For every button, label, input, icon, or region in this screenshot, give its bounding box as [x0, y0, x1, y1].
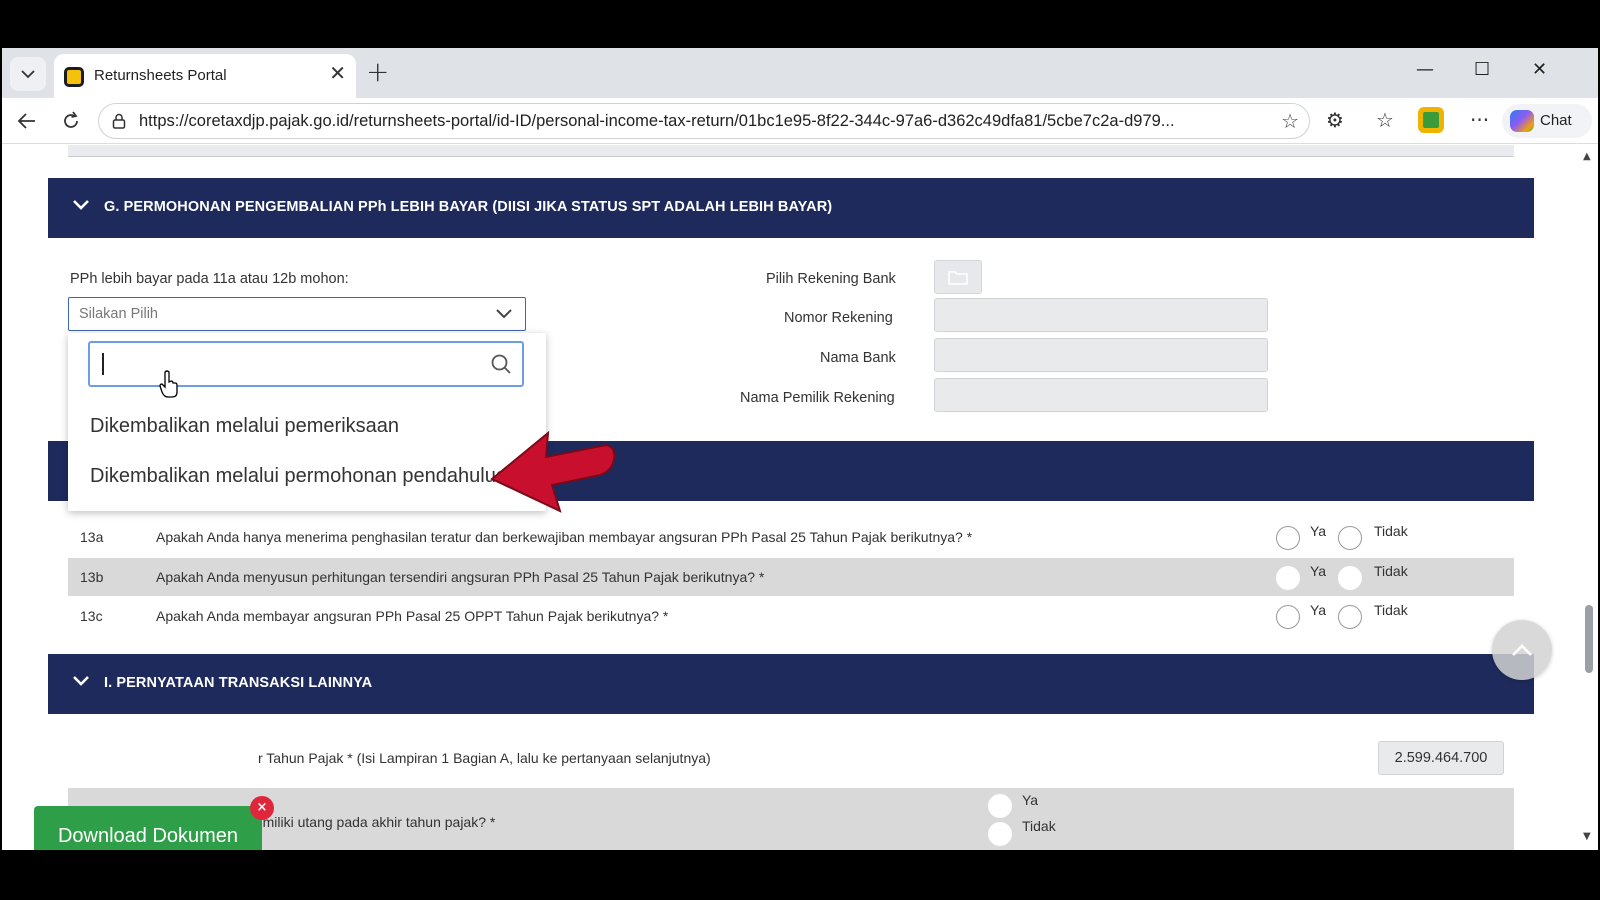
copilot-chat-button[interactable]: Chat: [1502, 104, 1592, 138]
select-placeholder: Silakan Pilih: [79, 306, 158, 322]
radio-yes[interactable]: [1276, 605, 1300, 629]
tab-strip: Returnsheets Portal ✕ + — ☐ ✕: [2, 48, 1598, 98]
radio-yes-label: Ya: [1310, 523, 1327, 539]
chevron-down-icon: [496, 309, 512, 319]
hand-cursor-icon: [159, 370, 178, 398]
nomor-rekening-field: [934, 298, 1268, 332]
radio-no[interactable]: [1338, 566, 1362, 590]
question-number: 13b: [80, 569, 104, 585]
browser-tab[interactable]: Returnsheets Portal ✕: [54, 54, 356, 98]
chevron-down-icon: [73, 676, 89, 686]
calculator-extension-icon[interactable]: [1418, 107, 1444, 133]
nama-pemilik-field: [934, 378, 1268, 412]
question-number: 13a: [80, 529, 104, 545]
refund-request-label: PPh lebih bayar pada 11a atau 12b mohon:: [70, 271, 349, 287]
dropdown-option[interactable]: Dikembalikan melalui permohonan pendahul…: [90, 465, 518, 488]
question-row-13c: 13c Apakah Anda membayar angsuran PPh Pa…: [68, 597, 1514, 635]
radio-yes-label: Ya: [1022, 792, 1039, 808]
scrollbar-thumb[interactable]: [1585, 605, 1593, 673]
nama-pemilik-label: Nama Pemilik Rekening: [740, 390, 895, 406]
radio-yes-label: Ya: [1310, 602, 1327, 618]
tab-list-button[interactable]: [10, 57, 46, 91]
browser-window: Returnsheets Portal ✕ + — ☐ ✕ https://co…: [2, 48, 1598, 850]
red-pointer-arrow-icon: [490, 430, 616, 513]
copilot-icon: [1510, 110, 1534, 132]
pilih-rekening-label: Pilih Rekening Bank: [766, 271, 896, 287]
question-text: Apakah Anda menyusun perhitungan tersend…: [156, 569, 765, 585]
chat-label: Chat: [1540, 112, 1572, 129]
radio-no-label: Tidak: [1374, 523, 1408, 539]
site-favicon-icon: [64, 67, 84, 87]
search-icon: [491, 354, 511, 374]
browser-toolbar: https://coretaxdjp.pajak.go.id/returnshe…: [2, 98, 1598, 144]
nama-bank-field: [934, 338, 1268, 372]
lock-icon: [112, 113, 126, 129]
radio-no-label: Tidak: [1022, 818, 1056, 834]
section-g-header[interactable]: G. PERMOHONAN PENGEMBALIAN PPh LEBIH BAY…: [48, 178, 1534, 238]
close-tab-icon[interactable]: ✕: [329, 63, 346, 83]
favorites-icon[interactable]: ☆: [1376, 108, 1394, 132]
select-bank-account-button[interactable]: [934, 260, 982, 294]
question-14a-text: r Tahun Pajak * (Isi Lampiran 1 Bagian A…: [258, 750, 711, 766]
text-caret: [102, 353, 104, 375]
new-tab-icon[interactable]: +: [366, 58, 389, 86]
chevron-down-icon: [73, 200, 89, 210]
radio-yes[interactable]: [988, 794, 1012, 818]
back-icon[interactable]: [12, 107, 42, 135]
favorite-star-icon[interactable]: ☆: [1281, 109, 1299, 133]
question-text: Apakah Anda hanya menerima penghasilan t…: [156, 529, 973, 545]
scroll-up-icon[interactable]: ▲: [1583, 151, 1591, 162]
question-text: Apakah Anda membayar angsuran PPh Pasal …: [156, 608, 669, 624]
section-i-title: I. PERNYATAAN TRANSAKSI LAINNYA: [104, 675, 373, 691]
dropdown-option[interactable]: Dikembalikan melalui pemeriksaan: [90, 415, 399, 438]
nama-bank-label: Nama Bank: [820, 350, 896, 366]
chevron-down-icon: [21, 70, 35, 79]
address-bar[interactable]: https://coretaxdjp.pajak.go.id/returnshe…: [98, 103, 1310, 139]
radio-no[interactable]: [988, 822, 1012, 846]
radio-no-label: Tidak: [1374, 563, 1408, 579]
section-i-header[interactable]: I. PERNYATAAN TRANSAKSI LAINNYA: [48, 654, 1534, 714]
vertical-scrollbar[interactable]: ▲ ▼: [1580, 145, 1598, 850]
section-g-title: G. PERMOHONAN PENGEMBALIAN PPh LEBIH BAY…: [104, 199, 833, 215]
page-content: G. PERMOHONAN PENGEMBALIAN PPh LEBIH BAY…: [2, 145, 1580, 850]
question-row-14b: 14b Apakah Anda memiliki utang pada akhi…: [68, 788, 1514, 850]
scroll-down-icon[interactable]: ▼: [1583, 831, 1591, 842]
radio-no-label: Tidak: [1374, 602, 1408, 618]
question-row-13a: 13a Apakah Anda hanya menerima penghasil…: [68, 518, 1514, 556]
radio-yes[interactable]: [1276, 526, 1300, 550]
screen: Returnsheets Portal ✕ + — ☐ ✕ https://co…: [0, 0, 1600, 900]
radio-no[interactable]: [1338, 605, 1362, 629]
window-close-icon[interactable]: ✕: [1532, 58, 1547, 82]
close-download-icon[interactable]: ×: [250, 796, 274, 820]
maximize-icon[interactable]: ☐: [1474, 58, 1490, 82]
download-document-button[interactable]: Download Dokumen: [34, 806, 262, 850]
minimize-icon[interactable]: —: [1416, 58, 1434, 82]
question-row-13b: 13b Apakah Anda menyusun perhitungan ter…: [68, 558, 1514, 596]
refund-method-select[interactable]: Silakan Pilih: [68, 297, 526, 331]
dropdown-search-input[interactable]: [88, 341, 524, 387]
radio-yes[interactable]: [1276, 566, 1300, 590]
tab-title: Returnsheets Portal: [94, 67, 227, 84]
previous-section-remnant: [68, 145, 1514, 157]
scroll-to-top-button[interactable]: [1492, 620, 1552, 680]
question-number: 13c: [80, 608, 103, 624]
chevron-up-icon: [1512, 644, 1532, 656]
folder-icon: [948, 271, 968, 285]
nomor-rekening-label: Nomor Rekening: [784, 310, 893, 326]
more-menu-icon[interactable]: ···: [1470, 108, 1489, 132]
radio-yes-label: Ya: [1310, 563, 1327, 579]
reload-icon[interactable]: [56, 107, 86, 135]
radio-no[interactable]: [1338, 526, 1362, 550]
url-text: https://coretaxdjp.pajak.go.id/returnshe…: [139, 112, 1175, 130]
refund-method-dropdown: Dikembalikan melalui pemeriksaan Dikemba…: [68, 333, 546, 511]
extensions-icon[interactable]: ⚙: [1326, 108, 1344, 132]
question-14a-value: 2.599.464.700: [1378, 741, 1504, 775]
